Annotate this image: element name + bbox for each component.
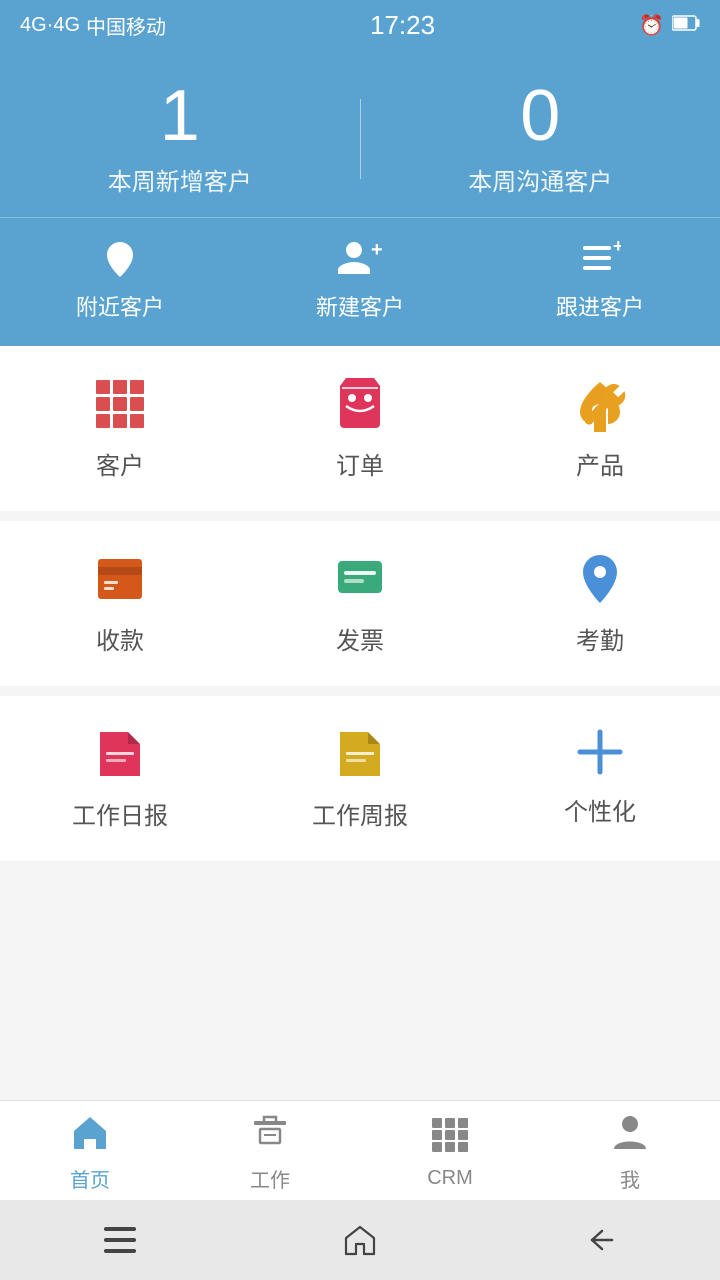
header-stats: 1 本周新增客户 0 本周沟通客户 [0, 50, 720, 217]
work-nav-label: 工作 [250, 1164, 290, 1193]
main-content: 客户 订单 [0, 346, 720, 1100]
quick-action-nearby[interactable]: 附近客户 [0, 238, 240, 322]
alarm-icon: ⏰ [639, 13, 664, 38]
status-time: 17:23 [370, 10, 435, 41]
nearby-icon [99, 238, 141, 280]
svg-text:+: + [613, 238, 621, 256]
sys-menu-button[interactable] [80, 1227, 160, 1253]
crm-nav-icon [430, 1116, 470, 1161]
grid-item-product[interactable]: 产品 [480, 376, 720, 481]
customize-label: 个性化 [564, 792, 636, 827]
grid-row-2: 收款 发票 考勤 [0, 521, 720, 686]
grid-item-invoice[interactable]: 发票 [240, 551, 480, 656]
system-nav-bar [0, 1200, 720, 1280]
grid-section-3: 工作日报 工作周报 [0, 696, 720, 861]
attendance-icon [572, 551, 628, 607]
daily-icon [94, 726, 146, 782]
payment-label: 收款 [96, 621, 144, 656]
customer-icon [92, 376, 148, 432]
new-customers-number: 1 [0, 80, 360, 152]
quick-action-follow[interactable]: + 跟进客户 [480, 238, 720, 322]
svg-text:+: + [371, 239, 383, 261]
nav-item-work[interactable]: 工作 [180, 1113, 360, 1193]
new-customer-icon: + [337, 238, 383, 280]
quick-action-new-label: 新建客户 [316, 290, 404, 322]
nav-item-home[interactable]: 首页 [0, 1113, 180, 1193]
grid-item-customize[interactable]: 个性化 [480, 726, 720, 831]
payment-icon [92, 551, 148, 607]
order-label: 订单 [336, 446, 384, 481]
carrier-name: 中国移动 [86, 11, 166, 40]
nav-item-me[interactable]: 我 [540, 1113, 720, 1193]
attendance-label: 考勤 [576, 621, 624, 656]
weekly-icon [334, 726, 386, 782]
grid-item-customer[interactable]: 客户 [0, 376, 240, 481]
status-carrier: 4G·4G 中国移动 [20, 11, 166, 40]
quick-action-nearby-label: 附近客户 [76, 290, 164, 322]
grid-section-1: 客户 订单 [0, 346, 720, 511]
grid-section-2: 收款 发票 考勤 [0, 521, 720, 686]
grid-row-1: 客户 订单 [0, 346, 720, 511]
me-nav-icon [610, 1113, 650, 1158]
nav-item-crm[interactable]: CRM [360, 1116, 540, 1190]
crm-nav-label: CRM [427, 1167, 473, 1190]
quick-action-new[interactable]: + 新建客户 [240, 238, 480, 322]
grid-row-3: 工作日报 工作周报 [0, 696, 720, 861]
quick-actions: 附近客户 + 新建客户 + 跟进客户 [0, 217, 720, 346]
customer-label: 客户 [96, 446, 144, 481]
signal-icon: 4G·4G [20, 14, 80, 37]
product-label: 产品 [576, 446, 624, 481]
contacted-customers-label: 本周沟通客户 [361, 162, 720, 197]
home-nav-icon [70, 1113, 110, 1158]
sys-back-button[interactable] [560, 1227, 640, 1253]
stat-new-customers: 1 本周新增客户 [0, 80, 360, 197]
weekly-label: 工作周报 [312, 796, 408, 831]
grid-item-weekly[interactable]: 工作周报 [240, 726, 480, 831]
invoice-icon [332, 551, 388, 607]
invoice-label: 发票 [336, 621, 384, 656]
quick-action-follow-label: 跟进客户 [556, 290, 644, 322]
customize-icon [574, 726, 626, 778]
contacted-customers-number: 0 [361, 80, 720, 152]
stat-contacted-customers: 0 本周沟通客户 [361, 80, 720, 197]
grid-item-payment[interactable]: 收款 [0, 551, 240, 656]
order-icon [332, 376, 388, 432]
battery-icon [672, 14, 700, 37]
sys-home-button[interactable] [320, 1224, 400, 1256]
product-icon [572, 376, 628, 432]
status-icons: ⏰ [639, 13, 700, 38]
home-nav-label: 首页 [70, 1164, 110, 1193]
new-customers-label: 本周新增客户 [0, 162, 360, 197]
work-nav-icon [250, 1113, 290, 1158]
follow-icon: + [579, 238, 621, 280]
daily-label: 工作日报 [72, 796, 168, 831]
me-nav-label: 我 [620, 1164, 640, 1193]
grid-item-order[interactable]: 订单 [240, 376, 480, 481]
grid-item-daily[interactable]: 工作日报 [0, 726, 240, 831]
bottom-nav: 首页 工作 CRM [0, 1100, 720, 1200]
grid-item-attendance[interactable]: 考勤 [480, 551, 720, 656]
status-bar: 4G·4G 中国移动 17:23 ⏰ [0, 0, 720, 50]
